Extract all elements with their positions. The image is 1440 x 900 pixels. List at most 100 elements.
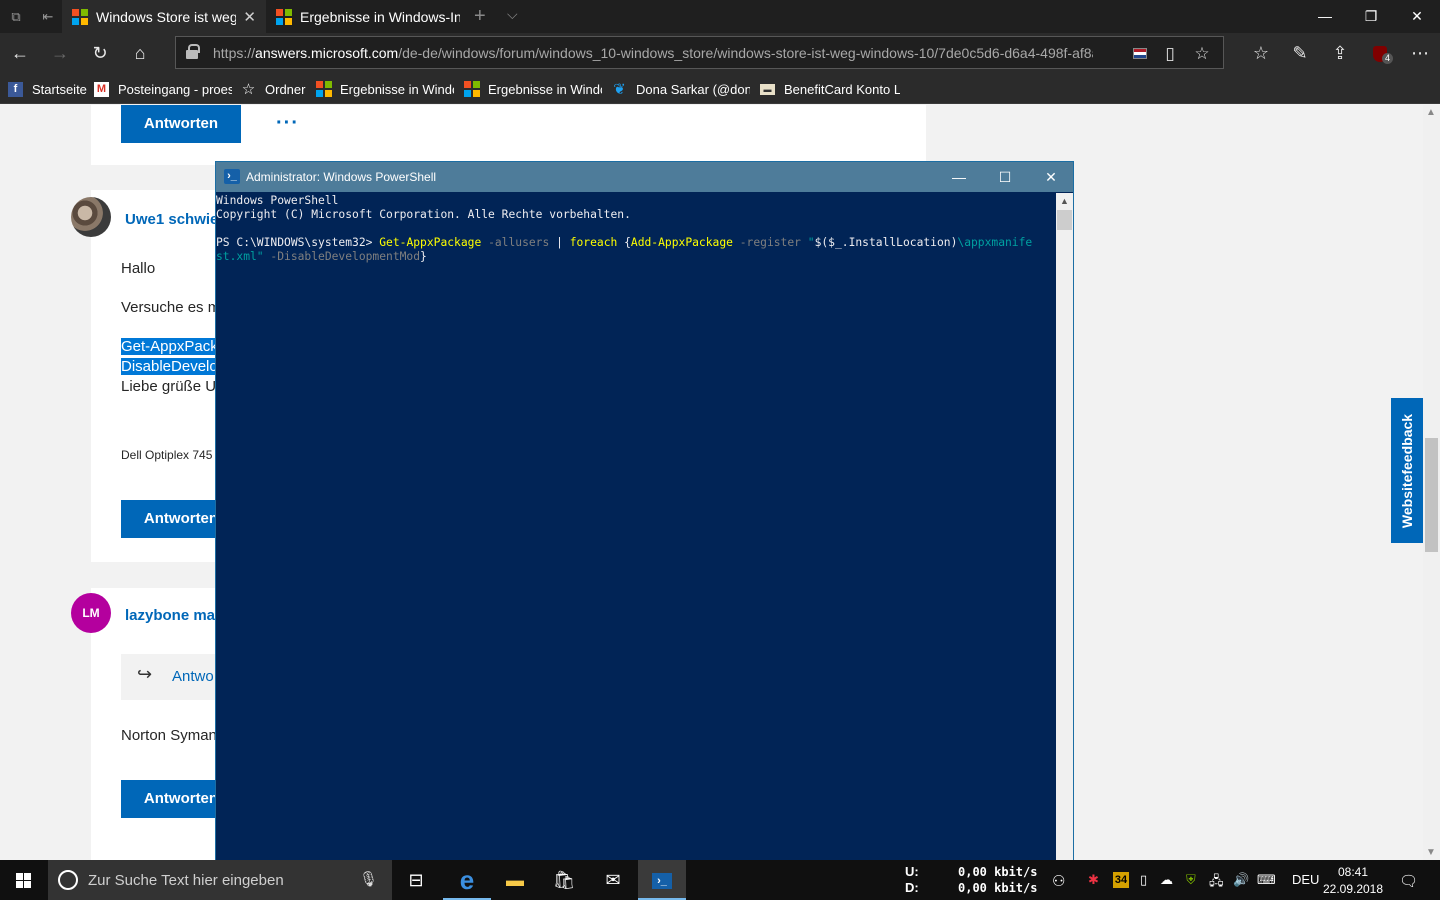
close-tab-icon[interactable]: ✕	[243, 8, 256, 26]
reply-link[interactable]: Antwo	[172, 668, 214, 685]
console-output[interactable]: Windows PowerShell Copyright (C) Microso…	[216, 193, 1056, 861]
system-info-text: Dell Optiplex 745	[121, 448, 213, 462]
lock-icon	[186, 44, 200, 59]
reply-arrow-icon: ↪	[137, 664, 153, 684]
store-icon[interactable]: 🛍	[540, 860, 588, 900]
selected-code-text: Get-AppxPack	[121, 338, 218, 355]
favorite-star-icon[interactable]: ☆	[1191, 43, 1213, 65]
edge-browser-icon[interactable]: e	[443, 860, 491, 900]
start-button[interactable]	[0, 860, 48, 900]
address-bar[interactable]: https://answers.microsoft.com/de-de/wind…	[175, 36, 1224, 69]
twitter-icon: ❦	[613, 81, 626, 98]
new-tab-button[interactable]: +	[474, 5, 486, 28]
post-text: Versuche es m	[121, 299, 221, 316]
powershell-taskbar-icon[interactable]: ›_	[638, 860, 686, 900]
scroll-thumb[interactable]	[1057, 210, 1072, 230]
powershell-window[interactable]: ›_ Administrator: Windows PowerShell — ☐…	[215, 161, 1074, 861]
reply-button[interactable]: Antworten	[121, 105, 241, 143]
share-icon[interactable]: ⇪	[1328, 41, 1352, 65]
people-icon[interactable]: ⚇	[1052, 872, 1065, 890]
favorite-ergebnisse-2[interactable]: Ergebnisse in Windov	[464, 80, 602, 98]
clock[interactable]: 08:41 22.09.2018	[1320, 864, 1386, 898]
back-icon[interactable]: ←	[8, 41, 32, 65]
powershell-titlebar[interactable]: ›_ Administrator: Windows PowerShell — ☐…	[216, 162, 1073, 192]
scroll-up-icon[interactable]: ▲	[1060, 196, 1069, 206]
favorites-bar: f Startseite M Posteingang - proesc ☆ Or…	[0, 73, 1440, 104]
post-text: Norton Syman	[121, 727, 217, 744]
tab-title: Windows Store ist weg/	[96, 8, 236, 25]
scroll-up-icon[interactable]: ▲	[1426, 107, 1436, 118]
cortana-icon[interactable]	[58, 870, 78, 890]
set-aside-tabs-icon[interactable]: ⧉	[6, 7, 26, 27]
tab-ergebnisse[interactable]: Ergebnisse in Windows-Insi	[266, 0, 462, 33]
search-box[interactable]: Zur Suche Text hier eingeben 🎙	[48, 860, 392, 900]
tab-bar: ⧉ ⇤ Windows Store ist weg/ ✕ Ergebnisse …	[0, 0, 1440, 33]
navigation-bar: ← → ↻ ⌂ https://answers.microsoft.com/de…	[0, 33, 1440, 73]
url-text[interactable]: https://answers.microsoft.com/de-de/wind…	[213, 45, 1093, 61]
tab-title: Ergebnisse in Windows-Insi	[300, 8, 460, 25]
show-aside-tabs-icon[interactable]: ⇤	[38, 7, 58, 27]
onedrive-icon[interactable]: ☁	[1160, 872, 1173, 888]
console-scrollbar[interactable]: ▲	[1056, 193, 1073, 861]
website-feedback-button[interactable]: Websitefeedback	[1391, 398, 1423, 543]
restore-button[interactable]: ❐	[1348, 0, 1394, 33]
favorite-dona-sarkar[interactable]: ❦ Dona Sarkar (@dona:	[612, 80, 750, 98]
network-icon[interactable]: 🖧	[1209, 872, 1224, 894]
refresh-icon[interactable]: ↻	[88, 41, 112, 65]
favorite-benefitcard[interactable]: ▬ BenefitCard Konto Lo	[760, 80, 900, 98]
reading-view-icon[interactable]: ▯	[1159, 43, 1181, 65]
task-view-icon[interactable]: ⊟	[392, 860, 440, 900]
web-note-icon[interactable]: ✎	[1288, 41, 1312, 65]
star-icon: ☆	[241, 81, 256, 98]
post-text: Hallo	[121, 260, 156, 277]
microsoft-icon	[276, 8, 292, 25]
defender-shield-icon[interactable]: ⛨	[1186, 872, 1196, 888]
favorite-ergebnisse-1[interactable]: Ergebnisse in Windov	[316, 80, 454, 98]
network-rates: 0,00 kbit/s 0,00 kbit/s	[958, 865, 1038, 895]
microsoft-icon	[316, 81, 332, 97]
page-scrollbar[interactable]: ▲ ▼	[1423, 105, 1440, 860]
avatar[interactable]	[71, 197, 111, 237]
tray-app-icon[interactable]: ✱	[1088, 872, 1099, 888]
post-text: Liebe grüße UV	[121, 378, 227, 395]
taskbar: Zur Suche Text hier eingeben 🎙 ⊟ e ▬ 🛍 ✉…	[0, 860, 1440, 900]
minimize-button[interactable]: —	[1302, 0, 1348, 33]
file-explorer-icon[interactable]: ▬	[491, 860, 539, 900]
favorite-startseite[interactable]: f Startseite	[8, 80, 88, 98]
volume-icon[interactable]: 🔊	[1233, 872, 1249, 888]
search-placeholder: Zur Suche Text hier eingeben	[88, 872, 284, 889]
tab-preview-chevron-icon[interactable]: ⌵	[507, 6, 518, 23]
language-indicator[interactable]: DEU	[1292, 872, 1319, 887]
more-menu-icon[interactable]: ⋯	[1408, 41, 1432, 65]
tray-badge[interactable]: 34	[1113, 872, 1129, 888]
scroll-down-icon[interactable]: ▼	[1426, 847, 1436, 858]
forward-icon[interactable]: →	[48, 41, 72, 65]
minimize-button[interactable]: —	[936, 162, 982, 192]
username-link[interactable]: Uwe1 schwieb	[125, 211, 228, 228]
powershell-icon: ›_	[224, 169, 240, 184]
microphone-icon[interactable]: 🎙	[359, 870, 378, 888]
ublock-extension-icon[interactable]: 4	[1368, 41, 1393, 65]
favorites-hub-icon[interactable]: ☆	[1249, 41, 1273, 65]
action-center-icon[interactable]: 🗨	[1399, 872, 1418, 890]
phone-icon[interactable]: ▯	[1140, 872, 1147, 888]
card-icon: ▬	[760, 83, 775, 95]
more-options-button[interactable]: ···	[276, 112, 299, 135]
microsoft-icon	[72, 8, 88, 25]
avatar[interactable]: LM	[71, 593, 111, 633]
translate-flag-icon[interactable]	[1133, 48, 1147, 59]
close-button[interactable]: ✕	[1028, 162, 1074, 192]
close-button[interactable]: ✕	[1394, 0, 1440, 33]
favorite-ordner[interactable]: ☆ Ordner	[241, 80, 306, 98]
keyboard-icon[interactable]: ⌨	[1257, 872, 1276, 888]
maximize-button[interactable]: ☐	[982, 162, 1028, 192]
scroll-thumb[interactable]	[1425, 438, 1438, 552]
favorite-posteingang[interactable]: M Posteingang - proesc	[94, 80, 232, 98]
mail-icon[interactable]: ✉	[589, 860, 637, 900]
selected-code-text: DisableDevelo	[121, 358, 218, 375]
ublock-badge: 4	[1382, 53, 1393, 64]
facebook-icon: f	[8, 81, 23, 97]
username-link[interactable]: lazybone mar	[125, 607, 221, 624]
tab-windows-store[interactable]: Windows Store ist weg/ ✕	[62, 0, 266, 33]
home-icon[interactable]: ⌂	[128, 41, 152, 65]
